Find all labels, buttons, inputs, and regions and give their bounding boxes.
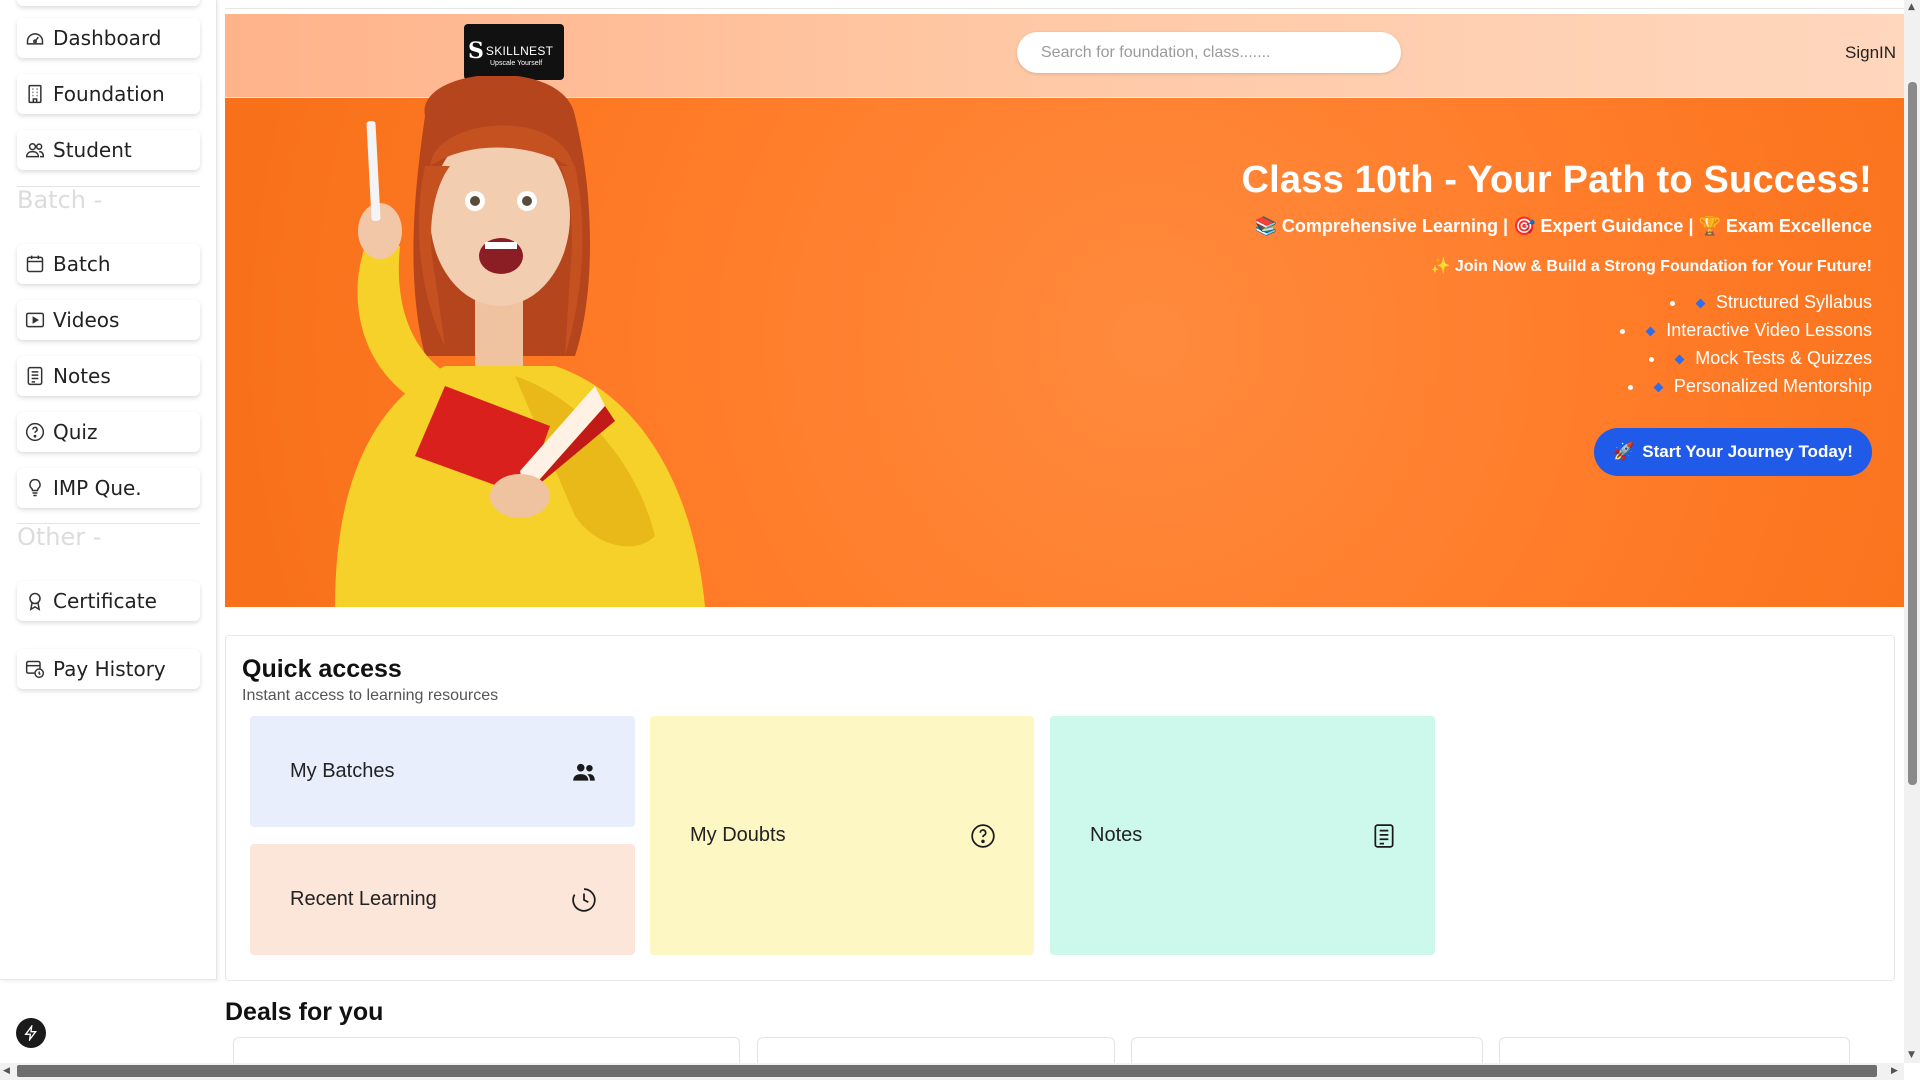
bullet-icon	[1627, 384, 1633, 390]
pay-history-icon	[25, 660, 45, 679]
diamond-icon	[1653, 382, 1664, 393]
scroll-down-icon[interactable]: ▼	[1908, 1050, 1915, 1060]
sidebar-item-notes[interactable]: Notes	[17, 356, 200, 396]
diamond-icon	[1695, 298, 1706, 309]
diamond-icon	[1674, 354, 1685, 365]
notes-icon	[1374, 823, 1394, 848]
users-icon	[573, 763, 595, 781]
student-illustration	[335, 76, 705, 607]
notes-icon	[27, 366, 43, 386]
bullet-icon	[1669, 300, 1675, 306]
vertical-scroll-thumb[interactable]	[1908, 82, 1917, 785]
feature-item: Personalized Mentorship	[1242, 372, 1872, 400]
card-label: My Doubts	[690, 824, 786, 846]
hero-text: Class 10th - Your Path to Success! 📚 Com…	[1242, 159, 1872, 400]
feature-list: Structured Syllabus Interactive Video Le…	[1242, 288, 1872, 400]
scroll-left-icon[interactable]: ◀	[3, 1066, 10, 1076]
horizontal-scroll-thumb[interactable]	[17, 1065, 1877, 1077]
hero-banner: S SKILLNEST Upscale Yourself SignIN	[225, 14, 1905, 607]
sidebar-item-student[interactable]: Student	[17, 130, 200, 170]
hero-tags: 📚 Comprehensive Learning | 🎯 Expert Guid…	[1254, 216, 1872, 236]
signin-link[interactable]: SignIN	[1845, 43, 1896, 63]
logo-tagline: Upscale Yourself	[490, 59, 543, 67]
logo-mark-icon: S	[468, 37, 484, 64]
sidebar-item-foundation[interactable]: Foundation	[17, 74, 200, 114]
card-label: My Batches	[290, 760, 395, 782]
card-my-doubts[interactable]: My Doubts	[650, 716, 1034, 955]
divider	[17, 186, 200, 187]
divider	[17, 523, 200, 524]
scroll-up-icon[interactable]: ▲	[1908, 2, 1915, 12]
card-recent-learning[interactable]: Recent Learning	[250, 844, 635, 955]
award-icon	[29, 592, 41, 611]
quick-access-panel: Quick access Instant access to learning …	[225, 635, 1895, 981]
feature-item: Structured Syllabus	[1242, 288, 1872, 316]
hero-join-text: ✨ Join Now & Build a Strong Foundation f…	[1430, 258, 1872, 275]
section-batch: Batch -	[17, 186, 103, 214]
logo-name: SKILLNEST	[485, 43, 554, 58]
rocket-icon: 🚀	[1613, 442, 1635, 461]
sidebar-item-quiz[interactable]: Quiz	[17, 412, 200, 452]
building-icon	[28, 84, 42, 104]
bullet-icon	[1620, 328, 1626, 334]
sidebar-item-batch[interactable]: Batch	[17, 244, 200, 284]
sidebar-item-label: Notes	[53, 364, 111, 388]
sidebar-top-item[interactable]	[17, 0, 200, 6]
sidebar-item-label: Batch	[53, 252, 111, 276]
quick-access-subtitle: Instant access to learning resources	[242, 687, 499, 704]
logo[interactable]: S SKILLNEST Upscale Yourself	[464, 24, 564, 80]
video-icon	[25, 312, 45, 328]
card-label: Notes	[1090, 824, 1143, 846]
users-icon	[25, 143, 45, 158]
sidebar-item-label: Certificate	[53, 589, 157, 613]
bullet-icon	[1649, 356, 1655, 362]
question-icon	[25, 422, 45, 442]
card-label: Recent Learning	[290, 888, 437, 910]
sidebar-item-label: Pay History	[53, 657, 166, 681]
sidebar-item-label: Student	[53, 138, 132, 162]
feature-item: Interactive Video Lessons	[1242, 316, 1872, 344]
sidebar-item-imp-que[interactable]: IMP Que.	[17, 468, 200, 508]
sidebar-item-certificate[interactable]: Certificate	[17, 581, 200, 621]
sidebar-item-label: Foundation	[53, 82, 165, 106]
feature-label: Mock Tests & Quizzes	[1695, 348, 1872, 368]
feature-item: Mock Tests & Quizzes	[1242, 344, 1872, 372]
section-other: Other -	[17, 523, 102, 551]
calendar-icon	[26, 255, 44, 273]
feature-label: Interactive Video Lessons	[1666, 320, 1872, 340]
clock-icon	[572, 887, 596, 912]
sidebar-item-label: Quiz	[53, 420, 98, 444]
scroll-right-icon[interactable]: ▶	[1891, 1066, 1898, 1076]
diamond-icon	[1645, 326, 1656, 337]
hero-title: Class 10th - Your Path to Success!	[1241, 159, 1872, 201]
feature-label: Personalized Mentorship	[1673, 376, 1872, 396]
sidebar-item-dashboard[interactable]: Dashboard	[17, 18, 200, 58]
dashboard-icon	[26, 33, 44, 45]
question-circle-icon	[971, 823, 995, 848]
sidebar-item-videos[interactable]: Videos	[17, 300, 200, 340]
sidebar-item-label: IMP Que.	[53, 476, 142, 500]
sidebar-item-pay-history[interactable]: Pay History	[17, 649, 200, 689]
bolt-button[interactable]	[16, 1018, 46, 1048]
card-notes[interactable]: Notes	[1050, 716, 1435, 955]
sidebar-item-label: Dashboard	[53, 26, 162, 50]
feature-label: Structured Syllabus	[1715, 292, 1872, 312]
search-input[interactable]	[1017, 32, 1401, 73]
lightbulb-icon	[29, 478, 41, 497]
sidebar-item-label: Videos	[53, 308, 120, 332]
card-my-batches[interactable]: My Batches	[250, 716, 635, 827]
top-divider	[225, 8, 1905, 9]
sidebar: Dashboard Foundation Student Batch - Bat…	[0, 0, 217, 980]
cta-label: Start Your Journey Today!	[1642, 442, 1853, 461]
bolt-icon	[24, 1025, 37, 1041]
deals-title: Deals for you	[225, 998, 384, 1026]
quick-access-title: Quick access	[242, 655, 402, 683]
start-journey-button[interactable]: 🚀 Start Your Journey Today!	[1594, 428, 1872, 476]
